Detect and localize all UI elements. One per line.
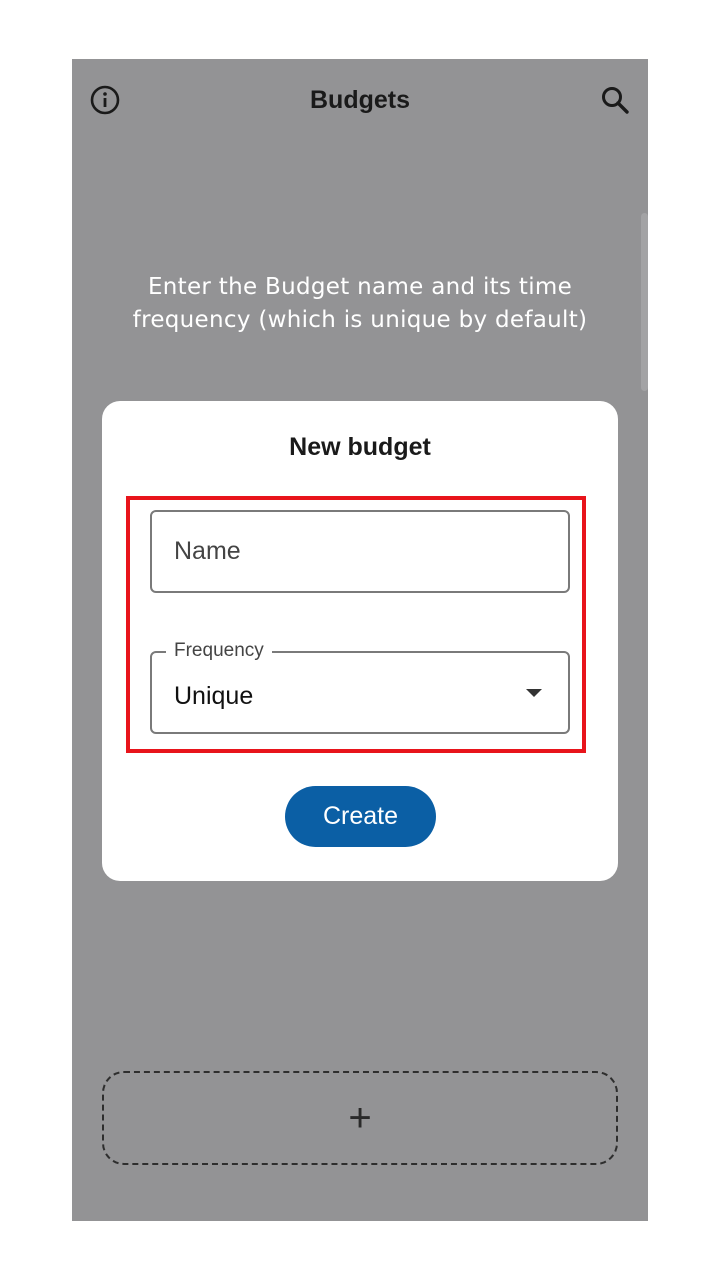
plus-icon: + [348, 1096, 372, 1140]
app-screen: Budgets Enter the Budget name and its ti… [72, 59, 648, 1221]
highlight-box [126, 496, 586, 753]
page-title: Budgets [310, 86, 410, 114]
scrollbar[interactable] [641, 213, 648, 391]
search-icon[interactable] [598, 83, 632, 117]
top-app-bar: Budgets [72, 59, 648, 141]
hint-text: Enter the Budget name and its time frequ… [132, 274, 588, 333]
add-budget-button[interactable]: + [102, 1071, 618, 1165]
new-budget-dialog: New budget Name Frequency Unique Create [102, 401, 618, 881]
dialog-title: New budget [289, 433, 431, 461]
create-button[interactable]: Create [285, 786, 436, 847]
